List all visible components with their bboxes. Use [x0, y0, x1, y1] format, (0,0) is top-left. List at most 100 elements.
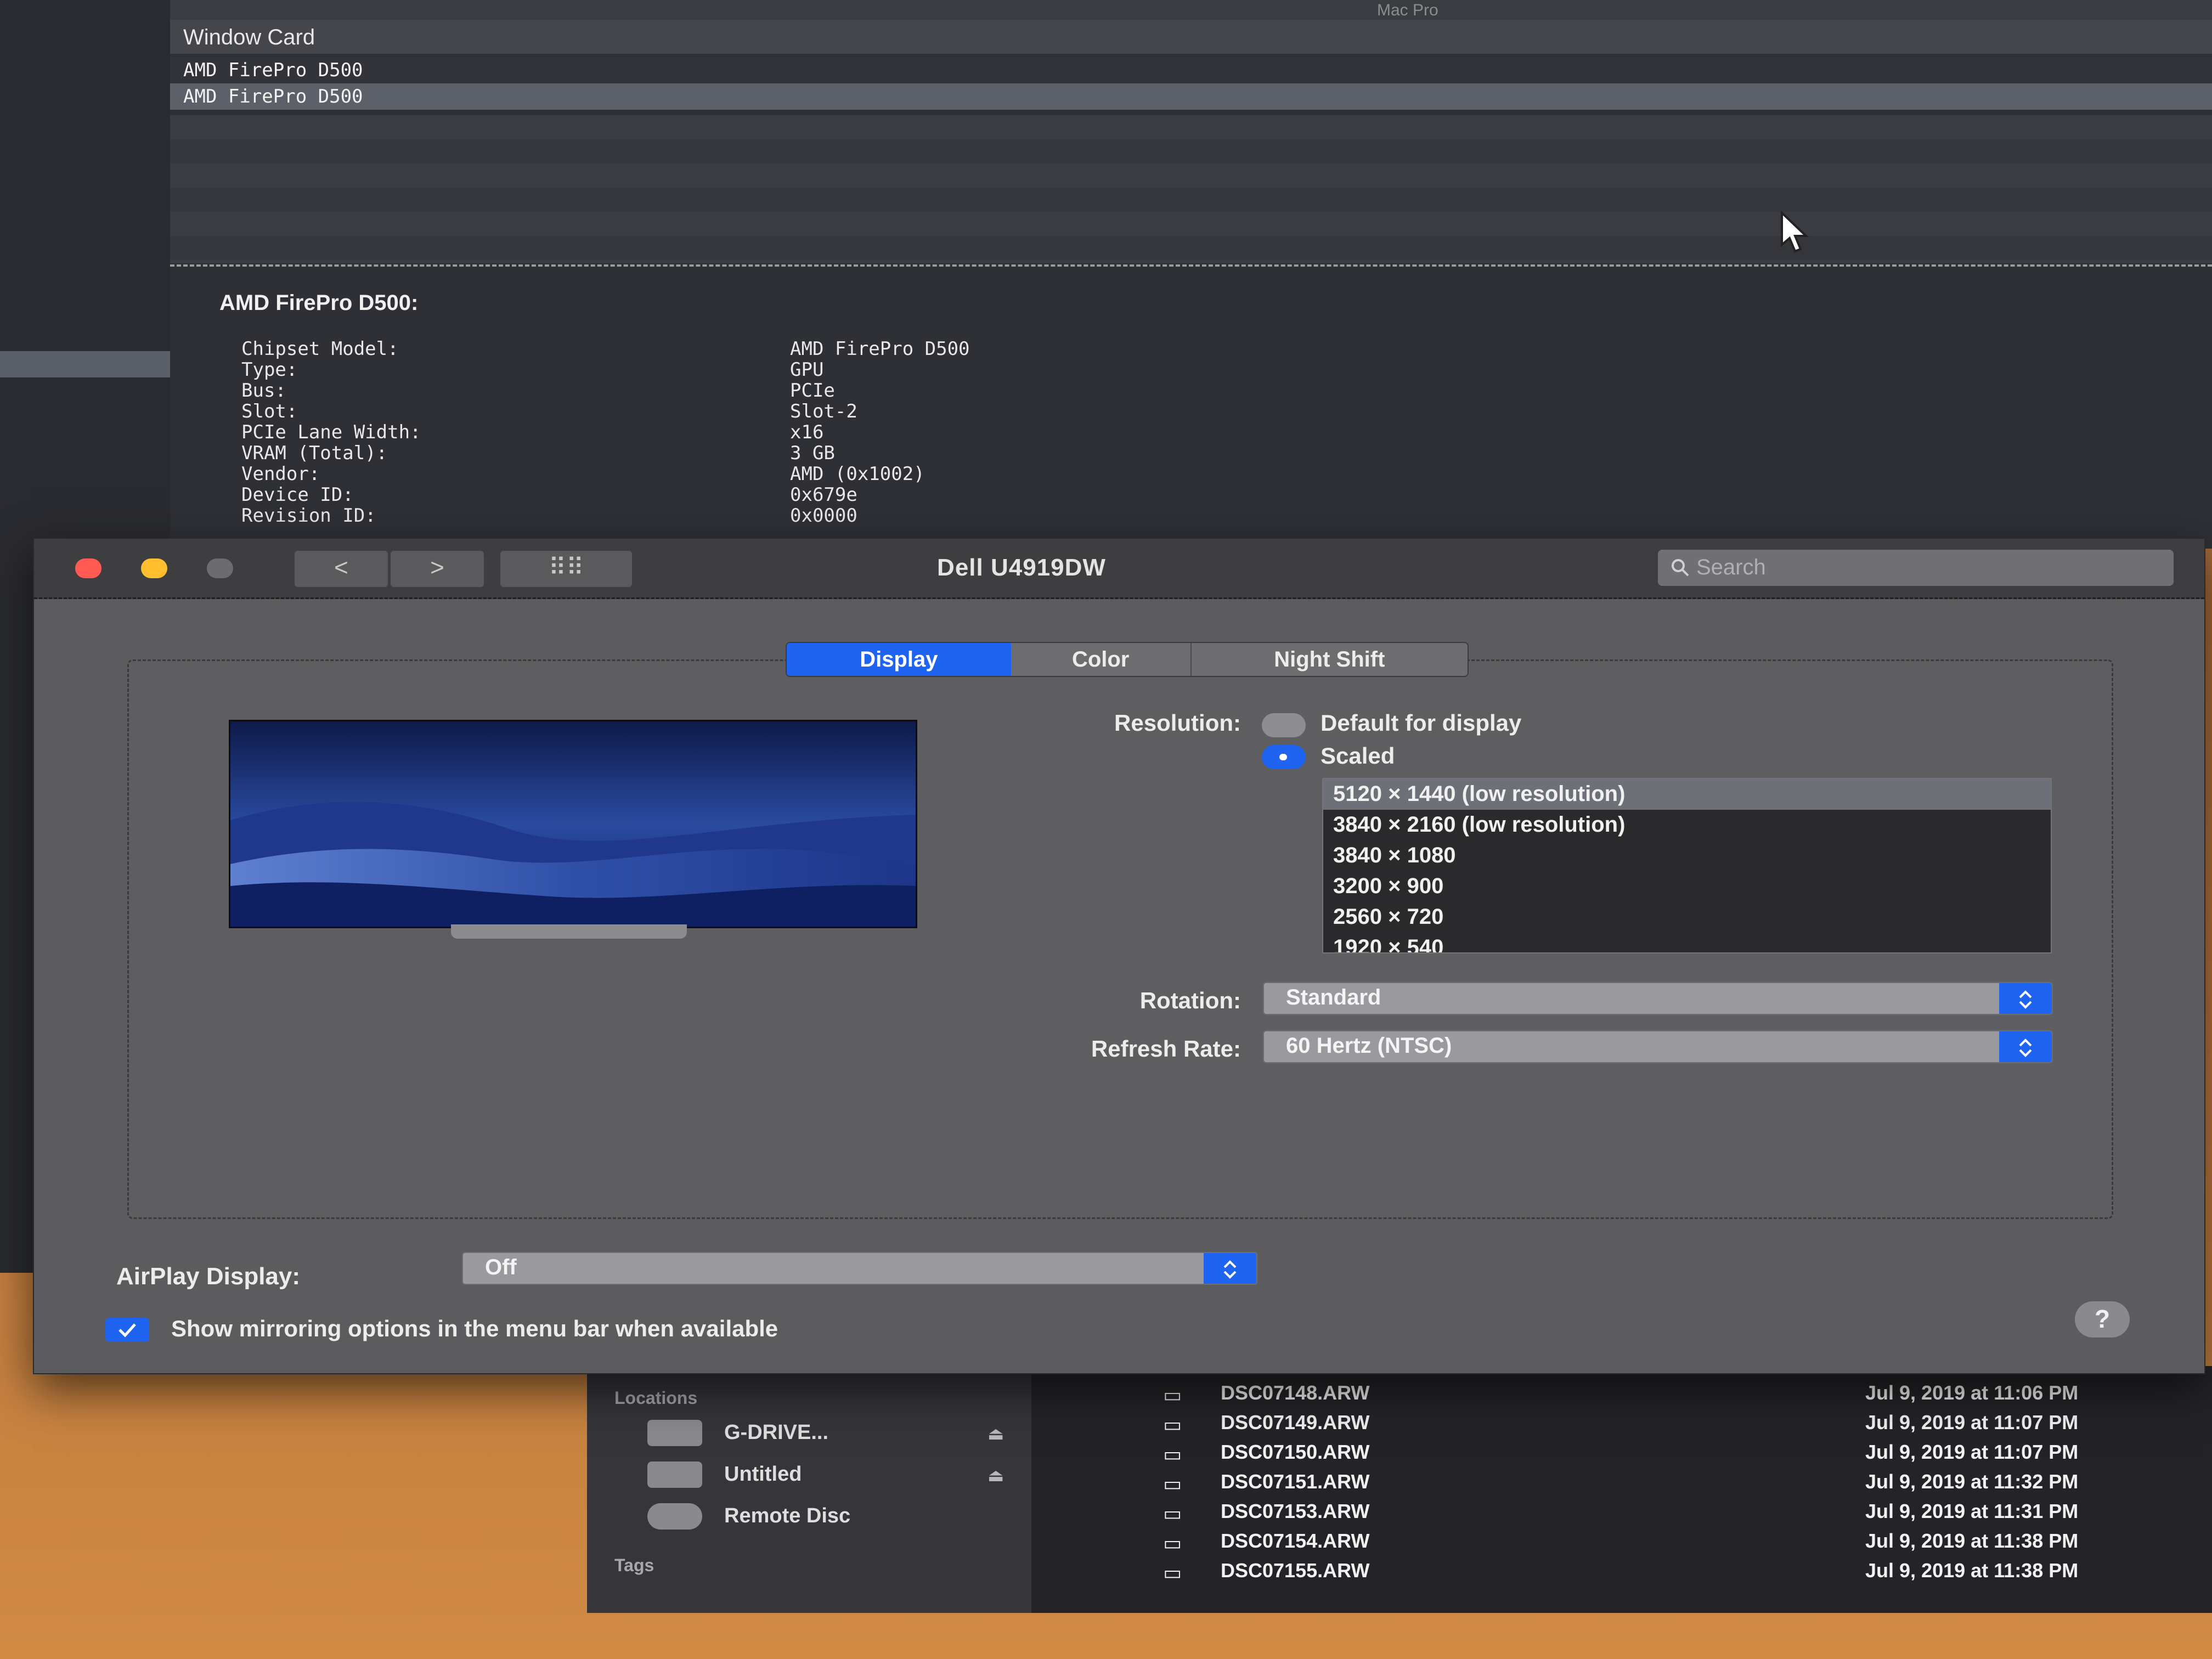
drive-icon — [647, 1420, 702, 1446]
file-date: Jul 9, 2019 at 11:38 PM — [1865, 1559, 2079, 1582]
file-row[interactable]: ▭ DSC07149.ARW Jul 9, 2019 at 11:07 PM — [1031, 1408, 2212, 1437]
forward-button[interactable]: > — [391, 551, 484, 587]
detail-key: Revision ID: — [241, 505, 376, 527]
file-row[interactable]: ▭ DSC07148.ARW Jul 9, 2019 at 11:06 PM — [1031, 1378, 2212, 1408]
resolution-option[interactable]: 3200 × 900 — [1323, 871, 2051, 902]
tab-display[interactable]: Display — [787, 643, 1011, 676]
detail-row: Bus: PCIe — [241, 380, 1229, 402]
eject-icon[interactable]: ⏏ — [988, 1423, 1004, 1444]
sidebar-item-untitled[interactable]: Untitled ⏏ — [647, 1458, 1020, 1491]
locations-header: Locations — [614, 1388, 698, 1408]
detail-key: Chipset Model: — [241, 338, 399, 360]
file-name: DSC07155.ARW — [1221, 1559, 1370, 1582]
detail-row: VRAM (Total): 3 GB — [241, 442, 1229, 464]
detail-row: Type: GPU — [241, 359, 1229, 381]
detail-row: Chipset Model: AMD FirePro D500 — [241, 338, 1229, 360]
drive-icon — [647, 1462, 702, 1488]
raw-file-icon: ▭ — [1163, 1443, 1182, 1465]
scaled-radio[interactable] — [1262, 745, 1306, 769]
splitter[interactable] — [170, 264, 2212, 267]
show-all-button[interactable]: ⠿⠿ — [500, 551, 632, 587]
file-date: Jul 9, 2019 at 11:38 PM — [1865, 1530, 2079, 1552]
resolution-list[interactable]: 5120 × 1440 (low resolution) 3840 × 2160… — [1322, 778, 2052, 953]
resolution-option[interactable]: 3840 × 2160 (low resolution) — [1323, 810, 2051, 840]
gpu-row[interactable]: AMD FirePro D500 — [170, 57, 2212, 83]
system-info-window: Mac Pro Window Card AMD FirePro D500 AMD… — [170, 0, 2212, 549]
detail-row: Revision ID: 0x0000 — [241, 505, 1229, 527]
file-row[interactable]: ▭ DSC07154.ARW Jul 9, 2019 at 11:38 PM — [1031, 1526, 2212, 1556]
detail-value: Slot-2 — [790, 400, 857, 422]
search-field[interactable]: Search — [1658, 550, 2174, 586]
airplay-value: Off — [485, 1255, 517, 1279]
sidebar-selected-row[interactable] — [0, 351, 170, 377]
radio-dot — [1279, 754, 1287, 760]
tab-night-shift[interactable]: Night Shift — [1192, 643, 1468, 676]
disc-icon — [647, 1503, 702, 1530]
file-name: DSC07154.ARW — [1221, 1530, 1370, 1552]
airplay-select[interactable]: Off — [462, 1252, 1257, 1285]
file-name: DSC07153.ARW — [1221, 1500, 1370, 1522]
detail-value: GPU — [790, 359, 824, 381]
file-row[interactable]: ▭ DSC07150.ARW Jul 9, 2019 at 11:07 PM — [1031, 1437, 2212, 1467]
detail-key: Slot: — [241, 400, 298, 422]
airplay-label: AirPlay Display: — [116, 1263, 301, 1290]
finder-sidebar: Locations G-DRIVE... ⏏ Untitled ⏏ Remote… — [587, 1366, 1031, 1613]
default-radio-label[interactable]: Default for display — [1321, 710, 1521, 736]
popup-arrows-icon — [1999, 983, 2052, 1014]
eject-icon[interactable]: ⏏ — [988, 1465, 1004, 1486]
file-name: DSC07151.ARW — [1221, 1470, 1370, 1493]
resolution-option[interactable]: 3840 × 1080 — [1323, 840, 2051, 871]
system-info-titlebar: Mac Pro — [170, 0, 2212, 20]
mirroring-checkbox-label[interactable]: Show mirroring options in the menu bar w… — [171, 1316, 778, 1342]
detail-title: AMD FirePro D500: — [219, 291, 419, 315]
detail-key: PCIe Lane Width: — [241, 421, 421, 443]
detail-row: PCIe Lane Width: x16 — [241, 421, 1229, 443]
file-row[interactable]: ▭ DSC07151.ARW Jul 9, 2019 at 11:32 PM — [1031, 1467, 2212, 1497]
resolution-option[interactable]: 5120 × 1440 (low resolution) — [1323, 779, 2051, 810]
hardware-header-label: Window Card — [183, 25, 315, 49]
detail-value: PCIe — [790, 380, 835, 402]
back-button[interactable]: < — [295, 551, 388, 587]
detail-key: Vendor: — [241, 463, 320, 485]
window-toolbar: < > ⠿⠿ Dell U4919DW Search — [34, 539, 2204, 599]
tab-color[interactable]: Color — [1011, 643, 1192, 676]
zoom-button[interactable] — [207, 558, 233, 578]
file-date: Jul 9, 2019 at 11:07 PM — [1865, 1411, 2079, 1434]
detail-key: VRAM (Total): — [241, 442, 388, 464]
mirroring-checkbox[interactable] — [105, 1318, 149, 1342]
refresh-rate-label: Refresh Rate: — [1091, 1036, 1241, 1062]
search-icon — [1672, 559, 1689, 577]
sidebar-item-remote-disc[interactable]: Remote Disc — [647, 1500, 1020, 1533]
window-title: Dell U4919DW — [937, 554, 1106, 581]
minimize-button[interactable] — [141, 558, 167, 578]
wallpaper-image — [230, 721, 916, 927]
refresh-rate-select[interactable]: 60 Hertz (NTSC) — [1263, 1030, 2053, 1063]
sidebar-item-label: Untitled — [724, 1463, 802, 1486]
detail-key: Bus: — [241, 380, 286, 402]
rotation-select[interactable]: Standard — [1263, 982, 2053, 1015]
raw-file-icon: ▭ — [1163, 1384, 1182, 1406]
search-placeholder: Search — [1696, 555, 1766, 579]
resolution-option[interactable]: 2560 × 720 — [1323, 902, 2051, 933]
rotation-value: Standard — [1286, 985, 1381, 1009]
gpu-row[interactable]: AMD FirePro D500 — [170, 83, 2212, 110]
resolution-option[interactable]: 1920 × 540 — [1323, 933, 2051, 952]
file-row[interactable]: ▭ DSC07153.ARW Jul 9, 2019 at 11:31 PM — [1031, 1497, 2212, 1526]
file-date: Jul 9, 2019 at 11:32 PM — [1865, 1470, 2079, 1493]
detail-row: Device ID: 0x679e — [241, 484, 1229, 506]
help-button[interactable]: ? — [2075, 1301, 2130, 1338]
close-button[interactable] — [75, 558, 101, 578]
popup-arrows-icon — [1204, 1253, 1256, 1284]
scaled-radio-label[interactable]: Scaled — [1321, 743, 1395, 769]
default-radio[interactable] — [1262, 713, 1306, 737]
empty-list-area — [170, 115, 2212, 263]
file-row[interactable]: ▭ DSC07155.ARW Jul 9, 2019 at 11:38 PM — [1031, 1556, 2212, 1585]
file-date: Jul 9, 2019 at 11:07 PM — [1865, 1441, 2079, 1463]
detail-value: AMD (0x1002) — [790, 463, 925, 485]
gpu-row-label: AMD FirePro D500 — [183, 86, 363, 108]
finder-window: Locations G-DRIVE... ⏏ Untitled ⏏ Remote… — [587, 1366, 2212, 1613]
sidebar-item-gdrive[interactable]: G-DRIVE... ⏏ — [647, 1417, 1020, 1449]
detail-value: 0x0000 — [790, 505, 857, 527]
refresh-rate-value: 60 Hertz (NTSC) — [1286, 1034, 1452, 1058]
raw-file-icon: ▭ — [1163, 1532, 1182, 1554]
